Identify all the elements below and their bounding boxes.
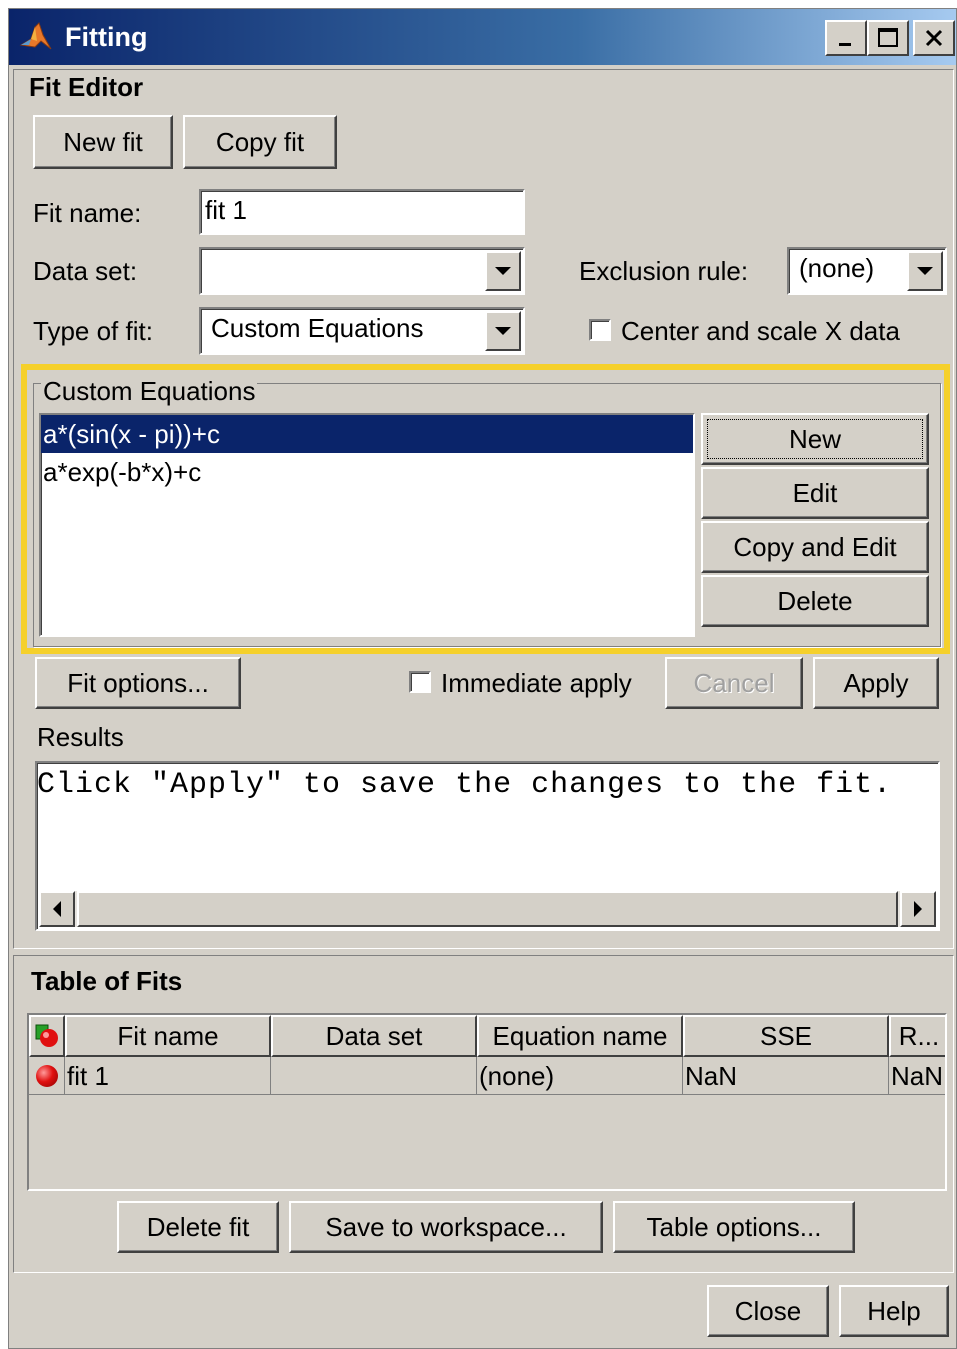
- close-window-button[interactable]: [913, 20, 955, 56]
- custom-equations-legend: Custom Equations: [41, 375, 258, 407]
- delete-equation-button[interactable]: Delete: [701, 575, 929, 627]
- horizontal-scrollbar[interactable]: [39, 891, 936, 927]
- save-to-workspace-button[interactable]: Save to workspace...: [289, 1201, 603, 1253]
- custom-equations-list[interactable]: a*(sin(x - pi))+c a*exp(-b*x)+c: [39, 413, 695, 637]
- cell-r[interactable]: NaN: [889, 1057, 945, 1095]
- edit-equation-button[interactable]: Edit: [701, 467, 929, 519]
- minimize-icon: [839, 43, 851, 46]
- immediate-apply-label: Immediate apply: [441, 668, 632, 698]
- fitting-window: Fitting Fit Editor New fit Copy fit Fit …: [8, 8, 957, 1349]
- fit-options-button[interactable]: Fit options...: [35, 657, 241, 709]
- immediate-apply-checkbox[interactable]: [409, 671, 431, 693]
- fits-table[interactable]: Fit name Data set Equation name SSE R...…: [27, 1013, 947, 1191]
- results-label: Results: [37, 722, 124, 752]
- table-of-fits-heading: Table of Fits: [31, 966, 183, 996]
- scroll-left-button[interactable]: [39, 891, 75, 927]
- scroll-right-button[interactable]: [900, 891, 936, 927]
- cell-fit-name[interactable]: fit 1: [65, 1057, 271, 1095]
- delete-fit-button[interactable]: Delete fit: [117, 1201, 279, 1253]
- column-header-fit-name[interactable]: Fit name: [65, 1015, 271, 1057]
- type-of-fit-combo[interactable]: Custom Equations: [199, 307, 525, 355]
- chevron-down-icon[interactable]: [485, 311, 521, 351]
- cancel-button[interactable]: Cancel: [665, 657, 803, 709]
- data-set-combo[interactable]: [199, 247, 525, 295]
- copy-fit-button[interactable]: Copy fit: [183, 115, 337, 169]
- close-button[interactable]: Close: [707, 1285, 829, 1337]
- window-title: Fitting: [65, 22, 148, 52]
- close-icon: [925, 29, 943, 47]
- chevron-left-icon: [53, 901, 61, 917]
- chevron-down-icon[interactable]: [485, 251, 521, 291]
- data-set-label: Data set:: [33, 256, 138, 286]
- table-row[interactable]: [29, 1057, 65, 1095]
- list-item[interactable]: a*(sin(x - pi))+c: [41, 415, 693, 453]
- chevron-right-icon: [914, 901, 922, 917]
- fit-editor-heading: Fit Editor: [29, 72, 144, 102]
- new-fit-button[interactable]: New fit: [33, 115, 173, 169]
- cell-sse[interactable]: NaN: [683, 1057, 889, 1095]
- maximize-button[interactable]: [867, 20, 909, 56]
- apply-button[interactable]: Apply: [813, 657, 939, 709]
- center-scale-checkbox[interactable]: [589, 319, 611, 341]
- column-header-equation-name[interactable]: Equation name: [477, 1015, 683, 1057]
- center-scale-label: Center and scale X data: [621, 316, 900, 346]
- fit-status-icon[interactable]: [29, 1015, 65, 1057]
- scroll-thumb[interactable]: [77, 891, 898, 927]
- type-of-fit-label: Type of fit:: [33, 316, 153, 346]
- column-header-data-set[interactable]: Data set: [271, 1015, 477, 1057]
- fit-name-field[interactable]: fit 1: [199, 189, 525, 235]
- list-item[interactable]: a*exp(-b*x)+c: [41, 453, 693, 491]
- exclusion-rule-label: Exclusion rule:: [579, 256, 749, 286]
- column-header-sse[interactable]: SSE: [683, 1015, 889, 1057]
- cell-data-set[interactable]: [271, 1057, 477, 1095]
- column-header-r[interactable]: R...: [889, 1015, 945, 1057]
- matlab-membrane-icon: [19, 21, 53, 53]
- results-text: Click "Apply" to save the changes to the…: [37, 768, 893, 802]
- fit-name-label: Fit name:: [33, 198, 142, 228]
- title-bar[interactable]: Fitting: [9, 9, 956, 65]
- minimize-button[interactable]: [825, 20, 867, 56]
- maximize-icon: [878, 28, 898, 47]
- table-options-button[interactable]: Table options...: [613, 1201, 855, 1253]
- help-button[interactable]: Help: [839, 1285, 949, 1337]
- results-textbox[interactable]: Click "Apply" to save the changes to the…: [35, 761, 940, 931]
- new-equation-button[interactable]: New: [701, 413, 929, 465]
- chevron-down-icon[interactable]: [907, 251, 943, 291]
- cell-equation-name[interactable]: (none): [477, 1057, 683, 1095]
- red-ball-icon: [35, 1064, 58, 1087]
- exclusion-rule-combo[interactable]: (none): [787, 247, 947, 295]
- copy-and-edit-button[interactable]: Copy and Edit: [701, 521, 929, 573]
